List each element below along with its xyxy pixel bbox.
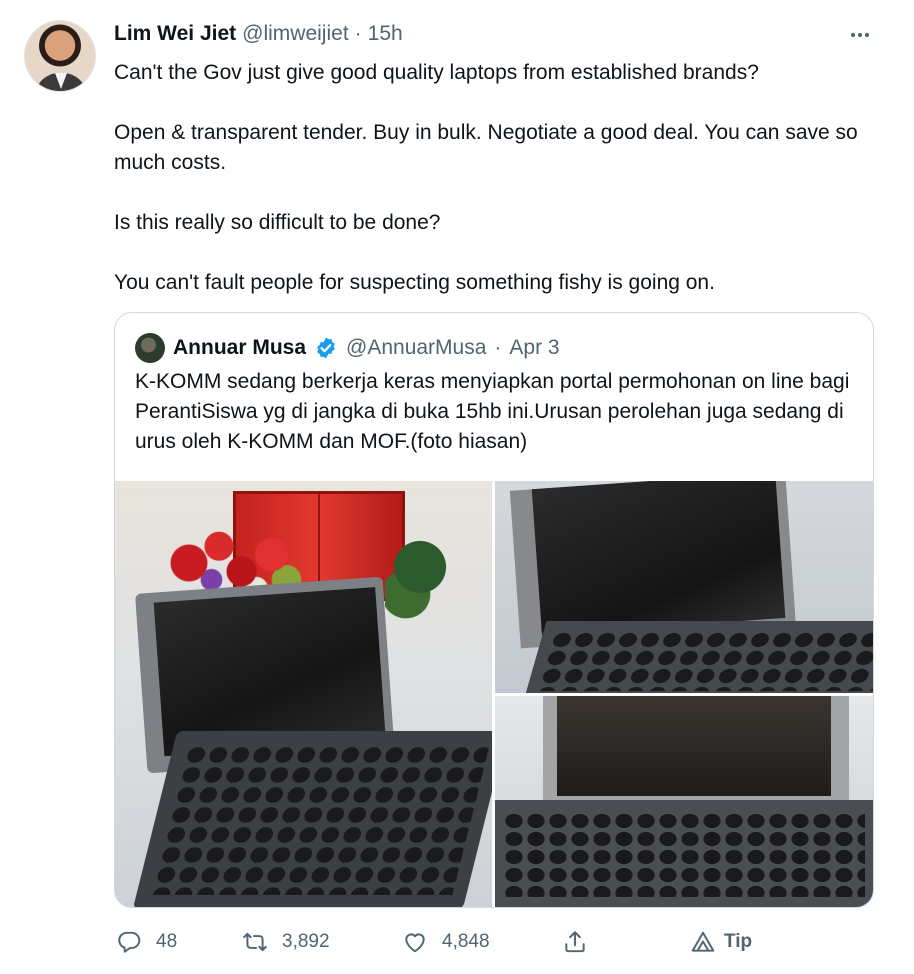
tweet: Lim Wei Jiet @limweijiet · 15h Can't the… (0, 0, 914, 974)
photo-keys (536, 631, 873, 691)
like-count: 4,848 (442, 931, 490, 952)
header-separator: · (354, 22, 362, 45)
photo-keyboard (523, 621, 873, 693)
share-icon (565, 931, 585, 953)
more-icon-dot (865, 33, 869, 37)
quoted-tweet-time: Apr 3 (509, 336, 560, 359)
tip-icon (691, 931, 715, 952)
reply-icon (118, 931, 141, 953)
author-handle[interactable]: @limweijiet (242, 22, 349, 46)
more-button[interactable] (846, 22, 874, 48)
verified-badge-icon (317, 337, 335, 359)
tweet-header: Lim Wei Jiet @limweijiet · 15h (114, 22, 403, 50)
heart-icon (405, 933, 425, 953)
like-button[interactable]: 4,848 (402, 924, 490, 960)
photo-keyboard (132, 731, 492, 907)
quoted-author-avatar (135, 333, 165, 363)
tip-button[interactable]: Tip (690, 924, 752, 960)
quoted-tweet-header: Annuar Musa @AnnuarMusa · Apr 3 (135, 331, 560, 365)
quoted-author-name: Annuar Musa (173, 336, 307, 359)
media-photo-2[interactable] (495, 481, 873, 693)
reply-button[interactable]: 48 (116, 924, 177, 960)
photo-keys (503, 812, 865, 897)
author-name[interactable]: Lim Wei Jiet (114, 22, 236, 46)
quoted-header-separator: · (494, 336, 502, 359)
more-icon (851, 33, 855, 37)
media-grid (115, 481, 873, 907)
media-photo-3[interactable] (495, 696, 873, 907)
author-avatar[interactable] (24, 20, 96, 92)
photo-tablet (543, 696, 849, 806)
retweet-icon (243, 932, 267, 952)
quoted-tweet[interactable]: Annuar Musa @AnnuarMusa · Apr 3 K-KOMM s… (114, 312, 874, 908)
tweet-text: Can't the Gov just give good quality lap… (114, 58, 874, 298)
action-bar: 48 3,892 4,848 Tip (114, 924, 874, 960)
tweet-paragraph: Open & transparent tender. Buy in bulk. … (114, 121, 858, 174)
photo-plant (385, 531, 455, 621)
retweet-count: 3,892 (282, 931, 330, 952)
media-photo-1[interactable] (115, 481, 492, 907)
retweet-button[interactable]: 3,892 (242, 924, 330, 960)
tweet-paragraph: Is this really so difficult to be done? (114, 211, 441, 234)
photo-tablet-screen (557, 696, 831, 796)
share-button[interactable] (562, 924, 588, 960)
quoted-tweet-text: K-KOMM sedang berkerja keras menyiapkan … (135, 370, 850, 453)
photo-tablet-screen (531, 481, 786, 635)
photo-keys (150, 745, 490, 895)
tweet-paragraph: Can't the Gov just give good quality lap… (114, 61, 759, 84)
photo-keyboard (495, 800, 873, 907)
tweet-time[interactable]: 15h (368, 22, 403, 46)
quoted-author-handle: @AnnuarMusa (346, 336, 487, 359)
reply-count: 48 (156, 931, 178, 952)
tweet-paragraph: You can't fault people for suspecting so… (114, 271, 715, 294)
tip-label: Tip (724, 931, 753, 952)
more-icon-dot (858, 33, 862, 37)
